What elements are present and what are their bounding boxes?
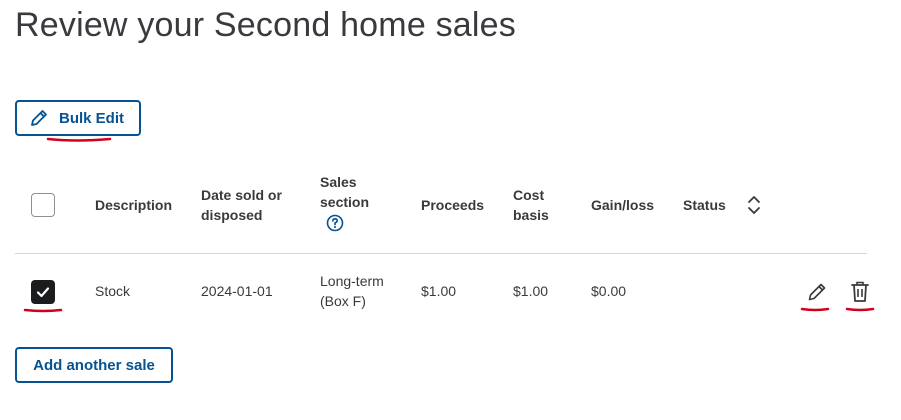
cell-cost-basis: $1.00 <box>513 283 549 299</box>
header-divider <box>15 253 867 254</box>
pencil-icon <box>29 108 49 128</box>
row-checkbox[interactable] <box>31 280 55 304</box>
delete-row-button[interactable] <box>848 280 872 304</box>
add-sale-label: Add another sale <box>33 356 155 374</box>
cell-gain-loss: $0.00 <box>591 283 627 299</box>
sort-icon[interactable] <box>745 194 763 216</box>
annotation-underline <box>23 308 63 313</box>
bulk-edit-label: Bulk Edit <box>59 109 125 127</box>
header-cost-basis: Cost basis <box>513 187 549 223</box>
trash-icon <box>849 280 871 304</box>
cell-sales-section: Long-term (Box F) <box>320 273 384 309</box>
cell-proceeds: $1.00 <box>421 283 457 299</box>
header-date-sold: Date sold or disposed <box>201 187 282 223</box>
header-proceeds: Proceeds <box>421 197 485 213</box>
bulk-edit-button[interactable]: Bulk Edit <box>15 100 141 136</box>
cell-description: Stock <box>95 283 131 299</box>
header-status: Status <box>683 197 726 213</box>
check-icon <box>35 284 51 300</box>
header-gain-loss: Gain/loss <box>591 197 655 213</box>
select-all-checkbox[interactable] <box>31 193 55 217</box>
edit-row-button[interactable] <box>804 280 830 304</box>
add-another-sale-button[interactable]: Add another sale <box>15 347 173 383</box>
annotation-underline <box>46 137 112 142</box>
pencil-icon <box>806 281 828 303</box>
help-circle-icon[interactable] <box>326 214 344 232</box>
header-description: Description <box>95 197 173 213</box>
annotation-underline <box>845 307 875 312</box>
annotation-underline <box>800 307 830 312</box>
page-title: Review your Second home sales <box>15 6 516 44</box>
header-sales-section: Sales section <box>320 174 370 210</box>
cell-date: 2024-01-01 <box>201 283 273 299</box>
